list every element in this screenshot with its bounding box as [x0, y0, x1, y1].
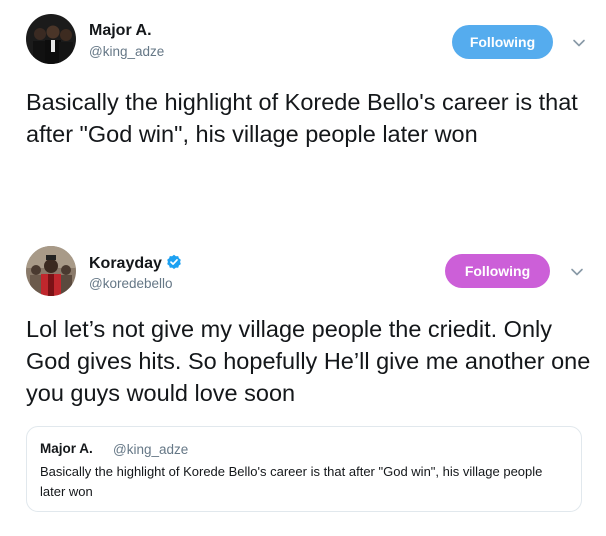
avatar-image: [26, 14, 76, 64]
tweet-text: Basically the highlight of Korede Bello'…: [26, 89, 578, 147]
quoted-handle: @king_adze: [113, 442, 189, 457]
handle[interactable]: @king_adze: [89, 44, 164, 59]
quoted-display-name: Major A.: [40, 441, 93, 456]
quoted-tweet-card[interactable]: Major A. @king_adze Basically the highli…: [26, 426, 582, 512]
avatar-korayday[interactable]: [26, 246, 76, 296]
avatar-major-a[interactable]: [26, 14, 76, 64]
avatar-image: [26, 246, 76, 296]
tweet-major-a: Major A. @king_adze Following Basically …: [0, 0, 606, 220]
verified-badge-icon: [166, 254, 182, 275]
following-button[interactable]: Following: [445, 254, 550, 288]
chevron-down-icon[interactable]: [571, 35, 587, 51]
tweet-text: Lol let’s not give my village people the…: [26, 316, 591, 406]
display-name[interactable]: Korayday: [89, 254, 182, 275]
display-name[interactable]: Major A.: [89, 22, 152, 40]
display-name-text: Korayday: [89, 255, 162, 272]
following-button[interactable]: Following: [452, 25, 553, 59]
handle[interactable]: @koredebello: [89, 276, 173, 291]
quoted-tweet-text: Basically the highlight of Korede Bello'…: [40, 464, 543, 499]
chevron-down-icon[interactable]: [569, 264, 585, 280]
